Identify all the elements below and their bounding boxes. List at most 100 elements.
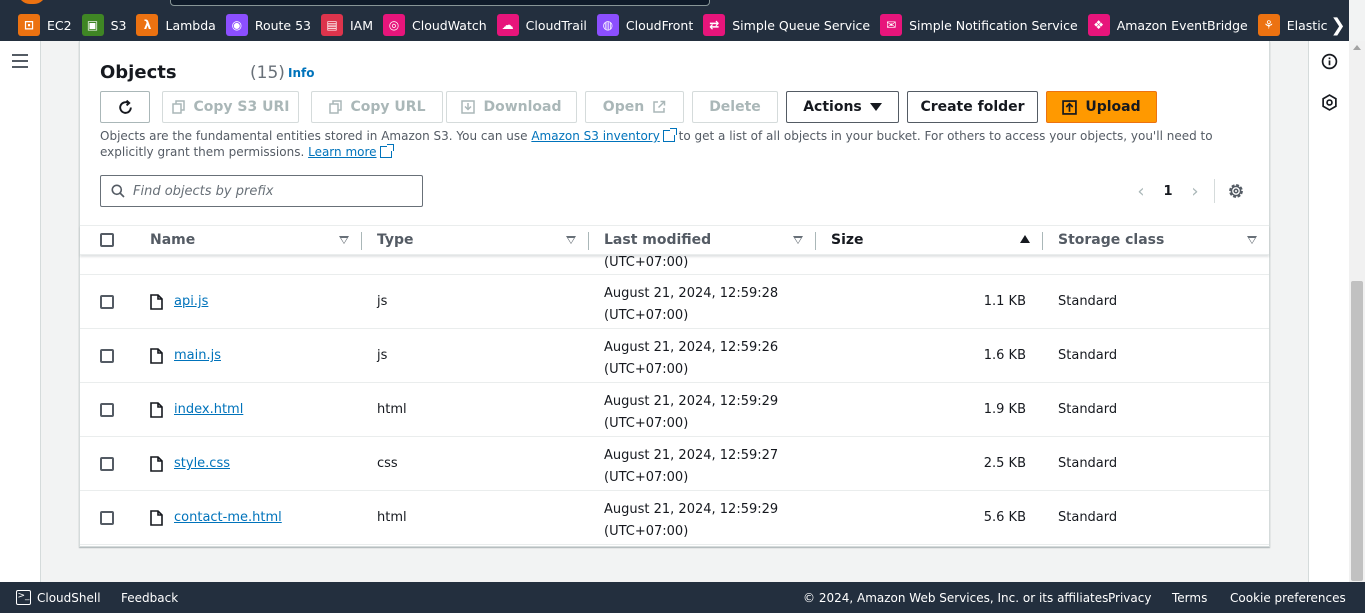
lambda-icon: λ [136,14,159,36]
column-divider[interactable] [361,232,362,250]
search-icon [111,184,125,198]
sort-caret-icon[interactable] [1247,236,1257,244]
object-name-link[interactable]: index.html [174,402,243,417]
service-label: Simple Notification Service [909,17,1078,33]
service-link[interactable]: ⇄ Simple Queue Service [703,14,870,36]
service-link[interactable]: ❖ Amazon EventBridge [1087,14,1248,36]
page-scrollbar[interactable] [1349,41,1365,582]
cloudwatch-icon: ◎ [383,14,406,36]
gear-icon[interactable] [1227,182,1245,200]
column-storage-class-label: Storage class [1058,232,1165,248]
column-header-size[interactable]: Size [831,226,1042,254]
copy-url-button[interactable]: Copy URL [311,91,443,123]
find-objects-input[interactable] [133,176,418,206]
table-row[interactable]: index.html html August 21, 2024, 12:59:29 (… [80,383,1269,437]
service-link[interactable]: ▣ S3 [81,14,126,36]
service-link[interactable]: ☁ CloudTrail [496,14,587,36]
object-size: 1.9 KB [983,402,1026,417]
copy-icon [171,100,185,114]
row-checkbox[interactable] [100,295,114,309]
row-checkbox[interactable] [100,349,114,363]
sort-caret-icon[interactable] [339,236,349,244]
service-label: EC2 [47,17,72,33]
service-label: Route 53 [254,17,311,33]
last-modified-timezone: (UTC+07:00) [604,362,689,377]
chevron-right-icon[interactable]: ❯ [1327,12,1349,38]
service-link[interactable]: ⊡ EC2 [18,14,72,36]
privacy-link[interactable]: Privacy [1108,591,1151,605]
service-link[interactable]: ▤ IAM [321,14,373,36]
column-divider[interactable] [588,232,589,250]
row-checkbox[interactable] [100,457,114,471]
object-name-link[interactable]: style.css [174,456,230,471]
service-link[interactable]: ◉ Route 53 [225,14,311,36]
service-link[interactable]: ✉ Simple Notification Service [880,14,1078,36]
sort-caret-icon[interactable] [566,236,576,244]
scroll-up-arrow-icon[interactable] [1353,45,1361,50]
object-name-link[interactable]: api.js [174,294,208,309]
last-modified-cell: August 21, 2024, 12:59:29 (UTC+07:00) [604,391,778,435]
last-modified-cell: August 21, 2024, 12:59:27 (UTC+07:00) [604,445,778,489]
last-modified-date: August 21, 2024, 12:59:29 [604,502,779,517]
column-header-type[interactable]: Type [377,226,588,254]
chevron-left-icon[interactable]: ‹ [1131,181,1151,202]
sort-caret-icon[interactable] [793,236,803,244]
service-label: CloudWatch [412,17,487,33]
copy-s3-uri-button[interactable]: Copy S3 URI [162,91,299,123]
chevron-right-icon[interactable]: › [1185,181,1205,202]
last-modified-timezone: (UTC+07:00) [604,416,689,431]
row-checkbox[interactable] [100,403,114,417]
sort-ascending-icon[interactable] [1020,235,1030,243]
object-size: 5.6 KB [983,510,1026,525]
info-link[interactable]: Info [288,66,314,80]
last-modified-date: August 21, 2024, 12:59:26 [604,340,779,355]
table-row[interactable]: style.css css August 21, 2024, 12:59:27 (UT… [80,437,1269,491]
column-header-name[interactable]: Name [150,226,361,254]
object-size: 1.6 KB [983,348,1026,363]
hamburger-menu-icon[interactable] [12,54,28,68]
service-link[interactable]: λ Lambda [136,14,216,36]
table-row[interactable]: main.js js August 21, 2024, 12:59:26 (UTC+0… [80,329,1269,383]
row-checkbox[interactable] [100,511,114,525]
refresh-button[interactable] [100,91,150,123]
table-row[interactable]: contact-me.html html August 21, 2024, 12:5… [80,491,1269,545]
create-folder-button[interactable]: Create folder [907,91,1038,123]
learn-more-link[interactable]: Learn more [308,145,376,159]
delete-button[interactable]: Delete [692,91,778,123]
page-number[interactable]: 1 [1151,184,1185,199]
service-label: CloudTrail [525,17,587,33]
select-all-checkbox[interactable] [100,233,114,247]
global-search-input[interactable] [170,0,710,6]
column-header-last-modified[interactable]: Last modified [604,226,815,254]
column-divider[interactable] [815,232,816,250]
upload-button[interactable]: Upload [1046,91,1157,123]
cloudshell-link[interactable]: CloudShell [37,591,101,605]
info-circle-icon[interactable] [1321,53,1338,70]
open-button[interactable]: Open [585,91,684,123]
open-label: Open [602,99,645,115]
cloudshell-icon[interactable]: >_ [16,590,31,605]
scrollbar-thumb[interactable] [1351,281,1363,581]
download-button[interactable]: Download [446,91,577,123]
table-row[interactable]: api.js js August 21, 2024, 12:59:28 (UTC+07… [80,275,1269,329]
object-name-link[interactable]: contact-me.html [174,510,282,525]
column-header-storage-class[interactable]: Storage class [1058,226,1269,254]
service-link[interactable]: ◍ CloudFront [596,14,693,36]
terms-link[interactable]: Terms [1172,591,1207,605]
upload-label: Upload [1085,99,1141,115]
last-modified-cell: August 21, 2024, 12:59:26 (UTC+07:00) [604,337,778,381]
s3-inventory-link[interactable]: Amazon S3 inventory [531,129,660,143]
objects-table-body: (UTC+07:00) api.js js August 21, 2024, 12:… [80,255,1269,546]
service-link[interactable]: ◎ CloudWatch [383,14,487,36]
actions-dropdown[interactable]: Actions [786,91,899,123]
object-type: css [377,456,398,471]
object-size: 2.5 KB [983,456,1026,471]
hexagon-settings-icon[interactable] [1321,94,1338,111]
object-name-link[interactable]: main.js [174,348,221,363]
column-divider[interactable] [1042,232,1043,250]
cookie-preferences-link[interactable]: Cookie preferences [1230,591,1346,605]
feedback-link[interactable]: Feedback [121,591,178,605]
service-label: Lambda [165,17,216,33]
ec2-icon: ⊡ [18,14,40,36]
aws-logo[interactable] [18,0,46,4]
